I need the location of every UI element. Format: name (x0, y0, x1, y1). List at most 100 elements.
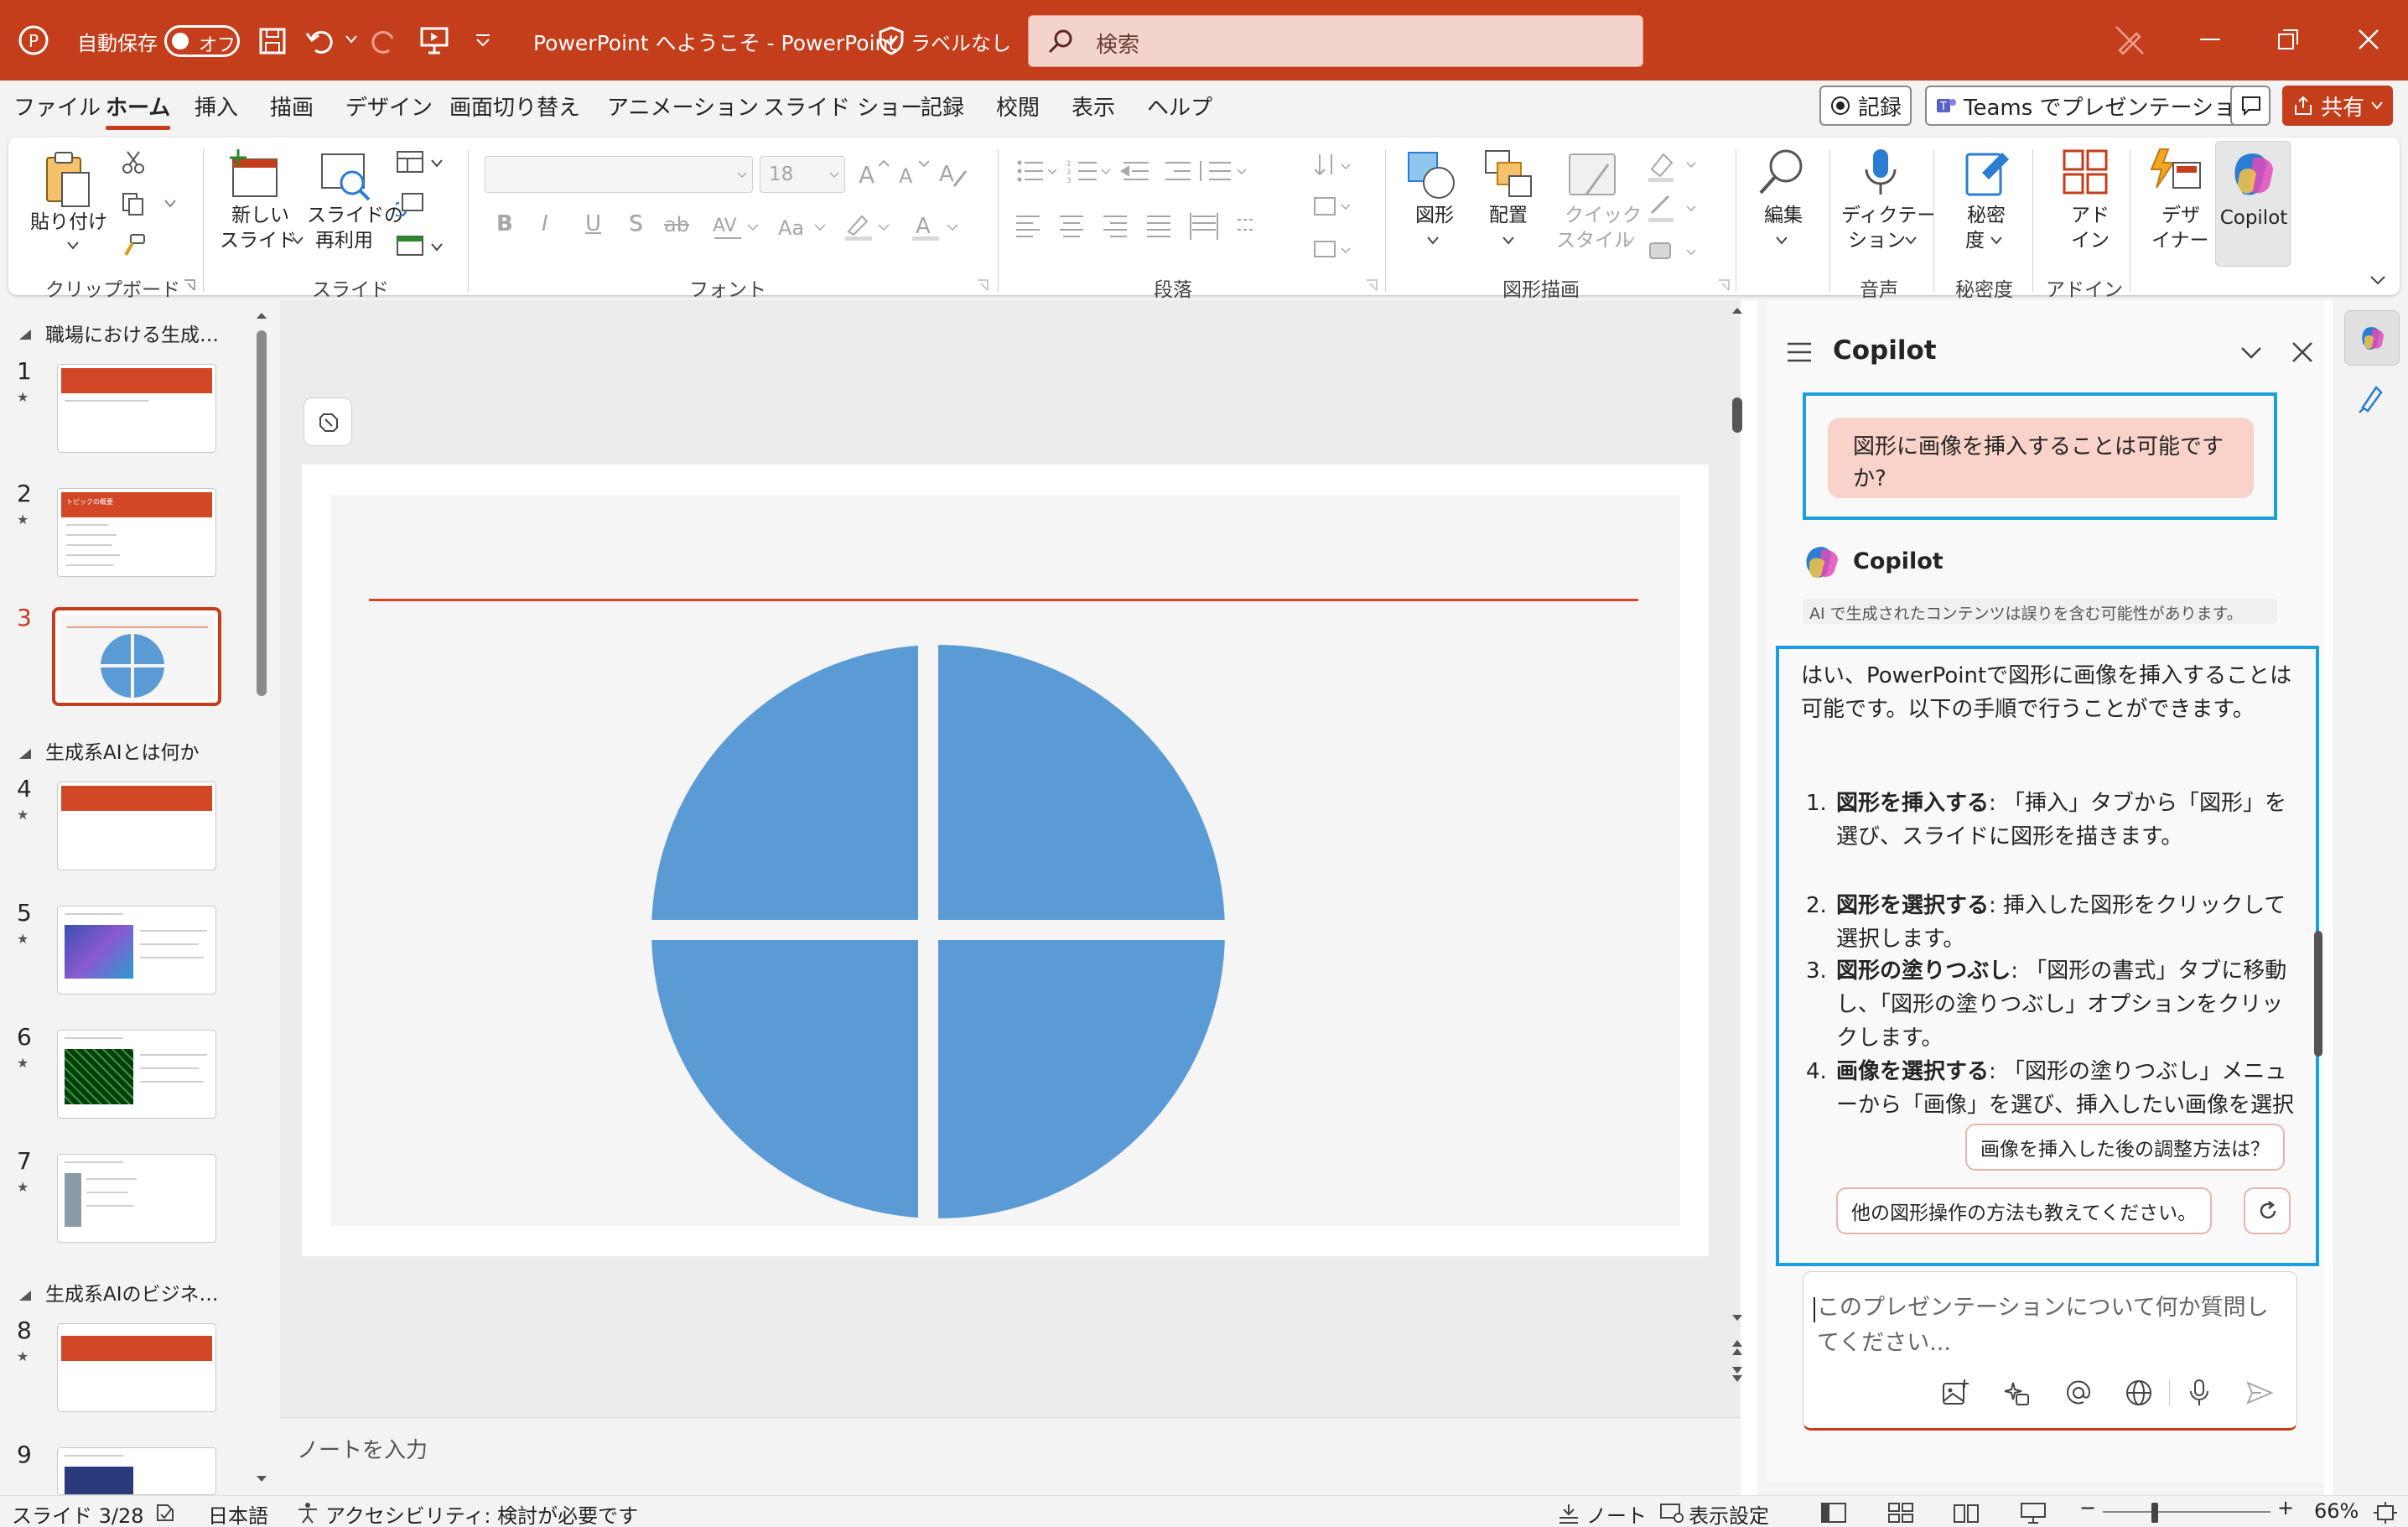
zoom-level[interactable]: 66% (2314, 1499, 2359, 1523)
section-collapse-icon[interactable] (18, 329, 32, 340)
slide-thumbnail-2[interactable]: トピックの概要 (57, 488, 216, 577)
collapse-pane-icon[interactable] (2240, 345, 2262, 361)
tab-home[interactable]: ホーム (106, 91, 171, 130)
shapes-dropdown-icon[interactable] (1427, 236, 1439, 245)
font-color-icon[interactable]: A (911, 210, 961, 243)
arrange-dropdown-icon[interactable] (1502, 236, 1514, 245)
zoom-slider-thumb[interactable] (2151, 1503, 2158, 1523)
bold-button[interactable]: B (496, 211, 513, 236)
slide-thumbnail-1[interactable] (57, 364, 216, 453)
slide-sorter-icon[interactable] (1886, 1501, 1915, 1524)
dialog-launcher-icon[interactable] (976, 278, 989, 292)
italic-button[interactable]: I (542, 211, 548, 236)
reading-view-icon[interactable] (1952, 1501, 1980, 1524)
section-collapse-icon[interactable] (18, 1290, 32, 1301)
tab-transitions[interactable]: 画面切り替え (449, 91, 580, 122)
slide-thumbnail-3-selected[interactable] (52, 607, 221, 706)
sensitivity-label[interactable]: ラベルなし (911, 27, 1011, 56)
share-button[interactable]: 共有 (2282, 86, 2394, 126)
reuse-slides-icon[interactable] (319, 149, 372, 201)
presentation-start-icon[interactable] (419, 25, 449, 55)
character-spacing-icon[interactable]: AV (711, 210, 761, 243)
slide-thumbnail-9[interactable] (57, 1447, 216, 1495)
undo-icon[interactable] (305, 27, 335, 55)
minimize-icon[interactable] (2200, 39, 2220, 42)
scroll-thumb[interactable] (1732, 397, 1742, 433)
language-indicator[interactable]: 日本語 (208, 1499, 268, 1527)
tab-draw[interactable]: 描画 (270, 91, 314, 122)
display-settings-icon[interactable] (1658, 1501, 1685, 1524)
text-direction-icons[interactable] (1311, 149, 1362, 275)
canvas-scrollbar[interactable] (1729, 305, 1746, 1395)
paste-icon[interactable] (40, 149, 94, 211)
circle-quadrant-shape[interactable] (649, 642, 1227, 1221)
section-heading-3[interactable]: 生成系AIのビジネ… (45, 1278, 219, 1306)
thumbnail-scrollbar[interactable] (255, 310, 268, 1484)
slide-thumbnail-6[interactable] (57, 1030, 216, 1119)
tab-slideshow[interactable]: スライド ショー (763, 91, 922, 122)
quick-access-customize-icon[interactable] (475, 34, 491, 47)
arrange-icon[interactable] (1481, 148, 1534, 203)
notes-pane[interactable]: ノートを入力 (280, 1417, 1741, 1495)
shadow-button[interactable]: S (629, 211, 643, 236)
scroll-down-icon[interactable] (255, 1474, 268, 1484)
copy-icon[interactable] (121, 191, 146, 216)
clear-formatting-icon[interactable]: A (937, 156, 971, 190)
prompt-sparkle-icon[interactable] (2001, 1378, 2032, 1408)
redo-icon[interactable] (369, 27, 399, 55)
dictate-dropdown-icon[interactable] (1905, 236, 1917, 245)
scroll-down-icon[interactable] (1731, 1313, 1744, 1323)
autosave-toggle[interactable]: オフ (164, 25, 240, 57)
pen-disabled-icon[interactable] (2113, 23, 2146, 57)
editing-dropdown-icon[interactable] (1776, 236, 1788, 245)
shape-format-icons[interactable] (1645, 149, 1704, 275)
scroll-up-icon[interactable] (1731, 305, 1744, 315)
microphone-icon[interactable] (1860, 146, 1902, 201)
font-size-box[interactable]: 18 (760, 156, 845, 193)
increase-font-icon[interactable]: A (857, 156, 890, 190)
chat-input-box[interactable]: このプレゼンテーションについて何か質問してください... (1803, 1271, 2297, 1431)
zoom-in-button[interactable]: + (2277, 1496, 2294, 1519)
slide-thumbnail-8[interactable] (57, 1323, 216, 1412)
mention-icon[interactable] (2063, 1378, 2094, 1408)
dialog-launcher-icon[interactable] (1365, 278, 1378, 292)
add-image-icon[interactable] (1941, 1378, 1971, 1408)
section-heading-1[interactable]: 職場における生成… (45, 319, 219, 347)
comments-button[interactable] (2230, 86, 2270, 126)
new-slide-dropdown-icon[interactable] (292, 236, 304, 245)
layout-icon[interactable] (396, 149, 424, 174)
normal-view-icon[interactable] (1819, 1501, 1848, 1524)
underline-button[interactable]: U (585, 211, 601, 236)
designer-rail-icon[interactable] (2356, 382, 2388, 414)
section-icon[interactable] (396, 233, 424, 258)
zoom-out-button[interactable]: − (2079, 1496, 2096, 1519)
tab-insert[interactable]: 挿入 (195, 91, 238, 122)
layout-dropdown-icon[interactable] (431, 159, 443, 168)
menu-hamburger-icon[interactable] (1786, 340, 1813, 364)
section-collapse-icon[interactable] (18, 748, 32, 760)
pane-scroll-thumb[interactable] (2314, 931, 2322, 1057)
copilot-rail-button[interactable] (2344, 310, 2400, 366)
copilot-slide-button[interactable] (304, 397, 352, 446)
close-window-icon[interactable] (2358, 29, 2379, 50)
addins-icon[interactable] (2061, 148, 2111, 198)
slide-thumbnail-5[interactable] (57, 906, 216, 995)
decrease-font-icon[interactable]: A (897, 156, 931, 190)
slide-thumbnail-4[interactable] (57, 782, 216, 870)
restore-icon[interactable] (2277, 29, 2299, 50)
tab-help[interactable]: ヘルプ (1147, 91, 1212, 122)
teams-present-button[interactable]: T Teams でプレゼンテーション (1925, 86, 2268, 126)
suggestion-chip-2[interactable]: 他の図形操作の方法も教えてください。 (1836, 1187, 2213, 1234)
format-painter-icon[interactable] (121, 233, 146, 258)
microphone-icon[interactable] (2184, 1378, 2214, 1408)
new-slide-icon[interactable] (228, 149, 280, 200)
scroll-thumb[interactable] (257, 330, 267, 696)
tab-view[interactable]: 表示 (1072, 91, 1115, 122)
align-icons[interactable] (1015, 208, 1266, 245)
fit-to-window-icon[interactable] (2373, 1501, 2398, 1524)
shapes-icon[interactable] (1405, 148, 1459, 203)
record-button[interactable]: 記録 (1819, 86, 1912, 126)
next-slide-icon[interactable] (1731, 1363, 1744, 1387)
strikethrough-button[interactable]: ab (664, 213, 689, 236)
tab-file[interactable]: ファイル (13, 91, 101, 122)
